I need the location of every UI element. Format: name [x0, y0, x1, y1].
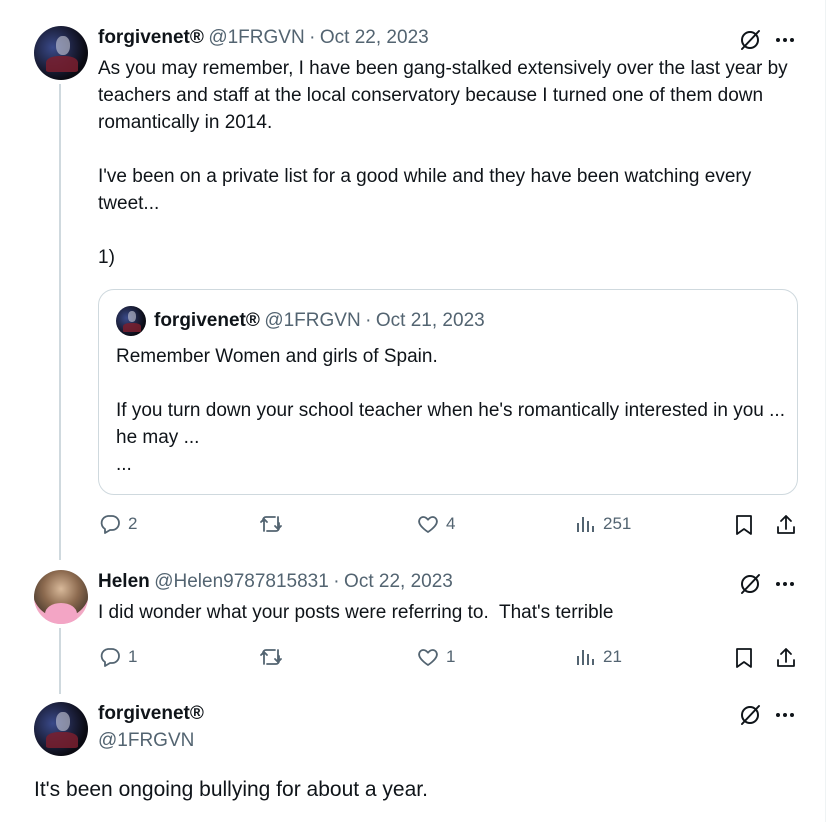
views-button[interactable]: 251: [575, 512, 631, 536]
views-count: 21: [603, 647, 622, 666]
display-name: forgivenet®: [154, 310, 260, 331]
avatar: [116, 306, 146, 336]
reply-button[interactable]: 1: [98, 645, 137, 669]
like-icon: [418, 516, 438, 533]
display-name[interactable]: Helen: [98, 571, 150, 592]
thread-line: [59, 84, 61, 560]
like-button[interactable]: 1: [416, 645, 455, 669]
handle[interactable]: @1FRGVN: [98, 730, 194, 752]
reply-count: 2: [128, 514, 138, 533]
conversation-thread: forgivenet® @1FRGVN · Oct 22, 2023 As yo…: [0, 0, 826, 822]
repost-icon: [260, 649, 282, 665]
thread-line: [59, 628, 61, 694]
views-icon: [577, 517, 594, 532]
tweet-header: forgivenet® @1FRGVN · Oct 22, 2023: [98, 27, 429, 49]
views-button[interactable]: 21: [575, 645, 622, 669]
quote-header: forgivenet® @1FRGVN · Oct 21, 2023: [154, 310, 485, 332]
timestamp[interactable]: Oct 22, 2023: [320, 27, 429, 48]
timestamp[interactable]: Oct 22, 2023: [344, 571, 453, 592]
grok-icon[interactable]: [738, 572, 762, 596]
views-icon: [577, 650, 594, 665]
separator: ·: [309, 27, 316, 48]
avatar[interactable]: [34, 570, 88, 624]
reply-button[interactable]: 2: [98, 512, 137, 536]
handle[interactable]: @Helen9787815831: [154, 571, 329, 592]
repost-button[interactable]: [258, 645, 290, 669]
handle[interactable]: @1FRGVN: [208, 27, 304, 48]
timestamp: Oct 21, 2023: [375, 310, 485, 331]
more-icon[interactable]: [774, 30, 796, 50]
more-icon[interactable]: [774, 574, 796, 594]
like-count: 4: [446, 514, 456, 533]
quote-text: Remember Women and girls of Spain. If yo…: [116, 346, 785, 475]
share-icon[interactable]: [774, 646, 798, 670]
avatar[interactable]: [34, 26, 88, 80]
display-name[interactable]: forgivenet®: [98, 27, 204, 48]
display-name[interactable]: forgivenet®: [98, 703, 204, 725]
like-button[interactable]: 4: [416, 512, 455, 536]
reply-icon: [100, 648, 120, 667]
share-icon[interactable]: [774, 513, 798, 537]
repost-icon: [260, 516, 282, 532]
grok-icon[interactable]: [738, 703, 762, 727]
views-count: 251: [603, 514, 632, 533]
handle: @1FRGVN: [264, 310, 361, 331]
reply-icon: [100, 515, 120, 534]
avatar[interactable]: [34, 702, 88, 756]
tweet-text: It's been ongoing bullying for about a y…: [34, 778, 428, 801]
grok-icon[interactable]: [738, 28, 762, 52]
tweet-text: As you may remember, I have been gang-st…: [98, 58, 788, 268]
separator: ·: [365, 310, 372, 331]
repost-button[interactable]: [258, 512, 290, 536]
separator: ·: [333, 571, 340, 592]
like-icon: [418, 649, 438, 666]
like-count: 1: [446, 647, 456, 666]
reply-count: 1: [128, 647, 138, 666]
bookmark-icon[interactable]: [733, 646, 755, 670]
quoted-tweet[interactable]: forgivenet® @1FRGVN · Oct 21, 2023 Remem…: [98, 289, 798, 495]
tweet-header: Helen @Helen9787815831 · Oct 22, 2023: [98, 571, 453, 593]
tweet-text: I did wonder what your posts were referr…: [98, 602, 614, 623]
more-icon[interactable]: [774, 705, 796, 725]
bookmark-icon[interactable]: [733, 513, 755, 537]
